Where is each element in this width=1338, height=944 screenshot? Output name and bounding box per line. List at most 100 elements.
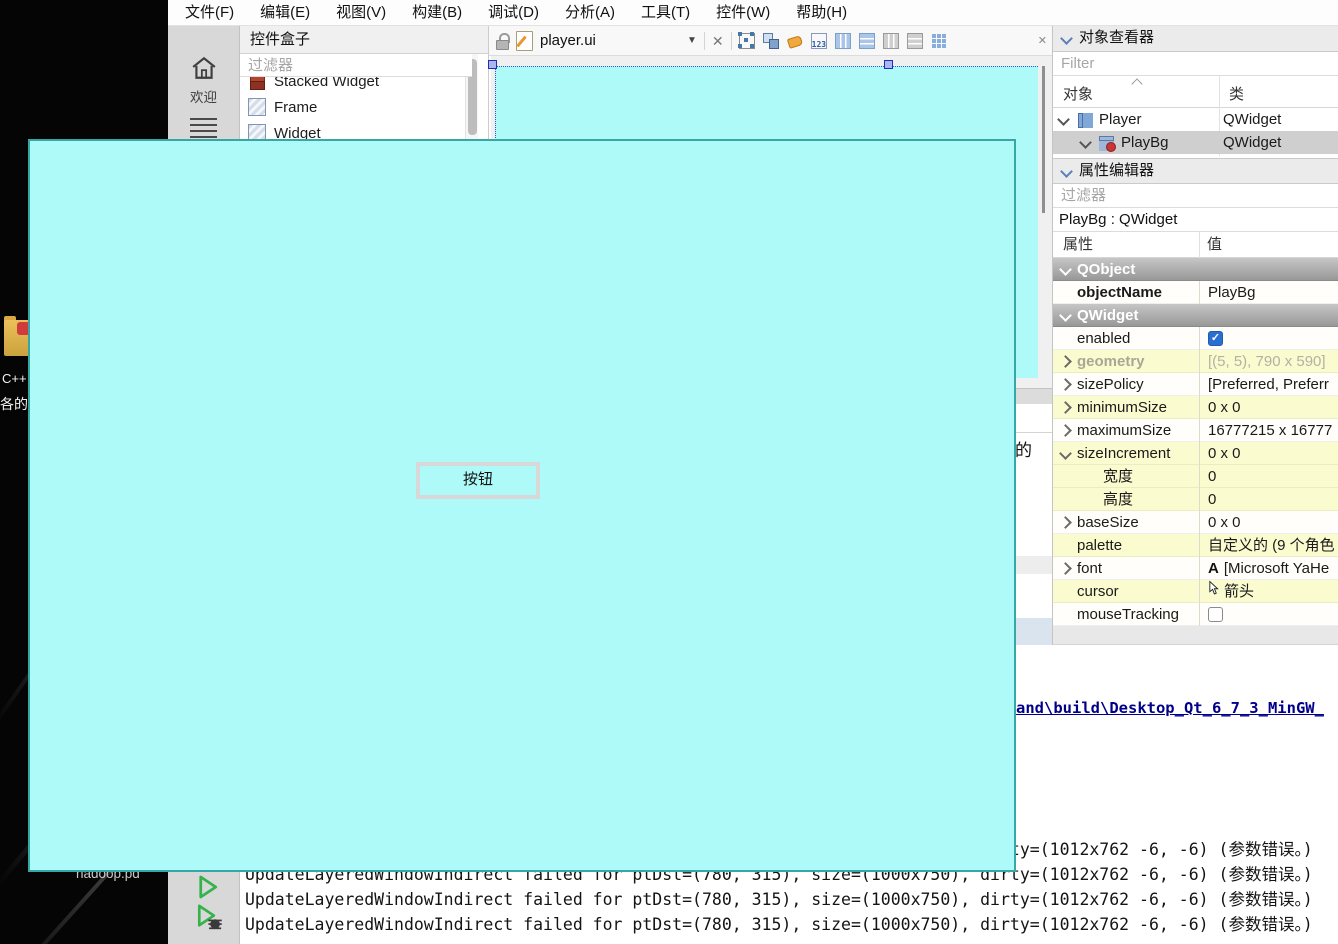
widget-box-item-label: Frame (274, 99, 317, 116)
property-row-geometry[interactable]: geometry[(5, 5), 790 x 590] (1053, 350, 1338, 373)
column-object[interactable]: 对象 (1063, 83, 1093, 104)
layout-grid-icon[interactable] (931, 33, 947, 49)
edit-widgets-icon[interactable] (739, 33, 755, 49)
object-name: PlayBg (1121, 131, 1169, 154)
menu-item[interactable]: 工具(T) (628, 0, 703, 25)
column-value[interactable]: 值 (1207, 232, 1222, 257)
property-section-QWidget[interactable]: QWidget (1053, 304, 1338, 327)
desktop-icon-label[interactable]: C++ (2, 371, 27, 386)
object-inspector-filter-input[interactable] (1053, 52, 1338, 76)
property-value[interactable] (1199, 603, 1338, 626)
layout-h-icon[interactable] (835, 33, 851, 49)
object-inspector-header[interactable]: 对象查看器 (1053, 26, 1338, 52)
menu-bar: 文件(F)编辑(E)视图(V)构建(B)调试(D)分析(A)工具(T)控件(W)… (168, 0, 1338, 26)
property-row-mouseTracking[interactable]: mouseTracking (1053, 603, 1338, 626)
column-class[interactable]: 类 (1229, 83, 1244, 104)
widget-box-filter-input[interactable] (240, 54, 472, 77)
property-value[interactable]: 0 (1199, 465, 1338, 488)
chevron-right-icon[interactable] (1059, 424, 1072, 437)
preview-window[interactable]: 按钮 (28, 139, 1016, 872)
property-value[interactable]: PlayBg (1199, 281, 1338, 304)
chevron-down-icon[interactable] (1059, 447, 1072, 460)
object-inspector-column-header[interactable]: 对象 类 (1053, 76, 1338, 108)
object-class: QWidget (1223, 108, 1281, 131)
splitter-v-icon[interactable] (907, 33, 923, 49)
object-tree-row[interactable]: PlayBg QWidget (1053, 131, 1338, 154)
chevron-right-icon[interactable] (1059, 562, 1072, 575)
property-value[interactable]: 0 x 0 (1199, 442, 1338, 465)
file-dropdown-icon[interactable]: ▼ (687, 35, 697, 46)
property-value[interactable]: 箭头 (1199, 580, 1338, 603)
build-path-link[interactable]: and\build\Desktop_Qt_6_7_3_MinGW_ (1016, 699, 1324, 717)
property-row-sizePolicy[interactable]: sizePolicy[Preferred, Preferr (1053, 373, 1338, 396)
property-value[interactable]: 自定义的 (9 个角色 (1199, 534, 1338, 557)
edit-signals-icon[interactable] (763, 33, 779, 49)
menu-item[interactable]: 构建(B) (399, 0, 475, 25)
property-value[interactable]: 0 x 0 (1199, 396, 1338, 419)
chevron-right-icon[interactable] (1059, 355, 1072, 368)
chevron-down-icon[interactable] (1059, 263, 1072, 276)
property-value[interactable]: 16777215 x 16777 (1199, 419, 1338, 442)
edit-buddies-icon[interactable] (787, 33, 803, 49)
splitter-h-icon[interactable] (883, 33, 899, 49)
property-row-sizeIncrement[interactable]: sizeIncrement0 x 0 (1053, 442, 1338, 465)
chevron-down-icon[interactable] (1060, 165, 1073, 178)
close-split-icon[interactable]: ✕ (1038, 33, 1047, 49)
property-value-text: 自定义的 (9 个角色 (1208, 534, 1335, 557)
layout-v-icon[interactable] (859, 33, 875, 49)
mouseTracking-checkbox-unchecked[interactable] (1208, 607, 1223, 622)
chevron-down-icon[interactable] (1059, 309, 1072, 322)
debug-button[interactable] (192, 902, 226, 938)
menu-item[interactable]: 视图(V) (323, 0, 399, 25)
property-value[interactable]: [(5, 5), 790 x 590] (1199, 350, 1338, 373)
property-row-enabled[interactable]: enabled (1053, 327, 1338, 350)
widget-box-item[interactable]: Frame (240, 94, 464, 120)
selection-handle[interactable] (884, 60, 893, 69)
property-row-font[interactable]: fontA[Microsoft YaHe (1053, 557, 1338, 580)
object-tree-row[interactable]: PlayerQWidget (1053, 108, 1338, 131)
tab-order-icon[interactable] (811, 33, 827, 49)
property-value[interactable]: A[Microsoft YaHe (1199, 557, 1338, 580)
property-value[interactable]: [Preferred, Preferr (1199, 373, 1338, 396)
property-value[interactable]: 0 (1199, 488, 1338, 511)
desktop-icon-label-2[interactable]: 各的 (0, 394, 28, 414)
menu-item[interactable]: 帮助(H) (783, 0, 860, 25)
preview-push-button[interactable]: 按钮 (416, 462, 540, 499)
column-property[interactable]: 属性 (1063, 232, 1093, 257)
chevron-down-icon[interactable] (1079, 136, 1092, 149)
menu-item[interactable]: 控件(W) (703, 0, 783, 25)
menu-item[interactable]: 文件(F) (172, 0, 247, 25)
mode-welcome[interactable]: 欢迎 (168, 56, 239, 106)
selection-handle[interactable] (488, 60, 497, 69)
chevron-right-icon[interactable] (1059, 401, 1072, 414)
enabled-checkbox-checked[interactable] (1208, 331, 1223, 346)
property-value[interactable] (1199, 327, 1338, 350)
chevron-right-icon[interactable] (1059, 516, 1072, 529)
property-value[interactable]: 0 x 0 (1199, 511, 1338, 534)
unlock-icon[interactable] (495, 33, 509, 49)
property-row-cursor[interactable]: cursor箭头 (1053, 580, 1338, 603)
property-row-maximumSize[interactable]: maximumSize16777215 x 16777 (1053, 419, 1338, 442)
property-row-palette[interactable]: palette自定义的 (9 个角色 (1053, 534, 1338, 557)
canvas-vertical-scrollbar[interactable] (1042, 66, 1045, 213)
close-document-icon[interactable]: ✕ (712, 33, 724, 49)
property-filter-input[interactable] (1053, 184, 1338, 208)
menu-item[interactable]: 调试(D) (475, 0, 552, 25)
menu-item[interactable]: 编辑(E) (247, 0, 323, 25)
object-class: QWidget (1223, 131, 1281, 154)
property-row-baseSize[interactable]: baseSize0 x 0 (1053, 511, 1338, 534)
chevron-down-icon[interactable] (1060, 32, 1073, 45)
run-button[interactable] (192, 872, 222, 906)
open-file-name[interactable]: player.ui (540, 32, 596, 49)
desktop-folder-icon[interactable] (4, 316, 31, 358)
property-row-objectName[interactable]: objectNamePlayBg (1053, 281, 1338, 304)
property-editor-header[interactable]: 属性编辑器 (1053, 158, 1338, 184)
property-row-宽度[interactable]: 宽度0 (1053, 465, 1338, 488)
property-row-高度[interactable]: 高度0 (1053, 488, 1338, 511)
chevron-right-icon[interactable] (1059, 378, 1072, 391)
property-row-minimumSize[interactable]: minimumSize0 x 0 (1053, 396, 1338, 419)
property-column-header[interactable]: 属性 值 (1053, 232, 1338, 258)
menu-item[interactable]: 分析(A) (552, 0, 628, 25)
chevron-down-icon[interactable] (1057, 113, 1070, 126)
property-section-QObject[interactable]: QObject (1053, 258, 1338, 281)
